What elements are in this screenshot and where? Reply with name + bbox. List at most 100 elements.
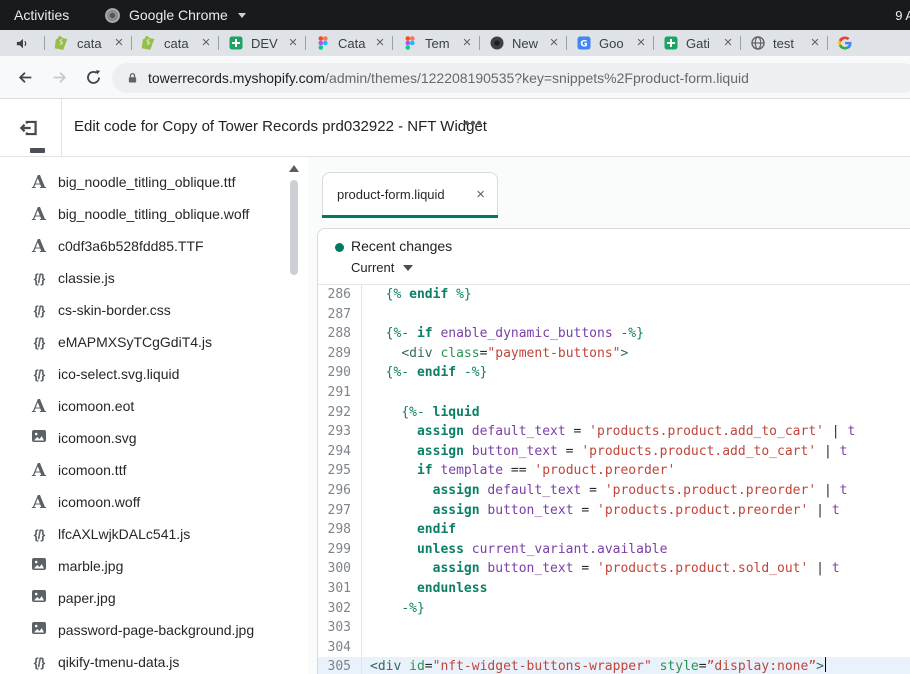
google-favicon-icon — [837, 35, 853, 51]
browser-tab[interactable]: DEV× — [219, 30, 305, 56]
file-item[interactable]: {/}lfcAXLwjkDALc541.js — [0, 518, 308, 550]
forward-button[interactable] — [44, 62, 74, 92]
line-number: 298 — [318, 520, 362, 540]
file-item[interactable]: {/}cs-skin-border.css — [0, 294, 308, 326]
code-line[interactable]: 296 assign default_text = 'products.prod… — [318, 481, 910, 501]
code-text — [362, 618, 370, 638]
file-item[interactable]: {/}classie.js — [0, 262, 308, 294]
code-line[interactable]: 300 assign button_text = 'products.produ… — [318, 559, 910, 579]
app-menu-button[interactable]: Google Chrome — [104, 0, 246, 30]
back-button[interactable] — [10, 62, 40, 92]
url-domain: towerrecords.myshopify.com — [148, 70, 325, 86]
file-name: paper.jpg — [58, 590, 116, 606]
code-line[interactable]: 303 — [318, 618, 910, 638]
code-line[interactable]: 305<div id="nft-widget-buttons-wrapper" … — [318, 657, 910, 674]
lock-icon[interactable] — [126, 71, 139, 85]
code-text: assign default_text = 'products.product.… — [362, 481, 847, 501]
file-item[interactable]: Aicomoon.woff — [0, 486, 308, 518]
editor-tab-label: product-form.liquid — [337, 187, 476, 202]
browser-tab[interactable]: cata× — [132, 30, 218, 56]
line-number: 293 — [318, 422, 362, 442]
reload-button[interactable] — [78, 62, 108, 92]
tab-label: Tem — [425, 36, 460, 51]
file-item[interactable]: Abig_noodle_titling_oblique.ttf — [0, 166, 308, 198]
file-item[interactable]: {/}qikify-tmenu-data.js — [0, 646, 308, 674]
browser-tab[interactable]: Tem× — [393, 30, 479, 56]
clock[interactable]: 9 A — [895, 0, 910, 30]
code-area[interactable]: 286 {% endif %}287288 {%- if enable_dyna… — [318, 285, 910, 674]
tab-label: cata — [164, 36, 199, 51]
editor-file-tab[interactable]: product-form.liquid × — [322, 172, 498, 215]
code-text: assign button_text = 'products.product.s… — [362, 559, 840, 579]
tab-close-icon[interactable]: × — [547, 36, 561, 50]
font-file-icon: A — [27, 204, 51, 225]
code-editor-panel: product-form.liquid × Recent changes Cur… — [308, 157, 910, 674]
code-line[interactable]: 304 — [318, 638, 910, 658]
line-number: 287 — [318, 305, 362, 325]
tab-label: Goo — [599, 36, 634, 51]
address-bar[interactable]: towerrecords.myshopify.com/admin/themes/… — [112, 63, 910, 93]
code-line[interactable]: 288 {%- if enable_dynamic_buttons -%} — [318, 324, 910, 344]
code-line[interactable]: 298 endif — [318, 520, 910, 540]
file-item[interactable]: Aicomoon.eot — [0, 390, 308, 422]
tab-close-icon[interactable]: × — [286, 36, 300, 50]
tab-close-icon[interactable]: × — [199, 36, 213, 50]
sidebar-scrollbar[interactable] — [288, 161, 300, 674]
more-actions-button[interactable]: ••• — [464, 115, 483, 132]
file-item[interactable]: Abig_noodle_titling_oblique.woff — [0, 198, 308, 230]
file-item[interactable]: marble.jpg — [0, 550, 308, 582]
browser-tab[interactable]: Gati× — [654, 30, 740, 56]
app-menu-label: Google Chrome — [129, 7, 228, 23]
file-item[interactable]: paper.jpg — [0, 582, 308, 614]
code-line[interactable]: 293 assign default_text = 'products.prod… — [318, 422, 910, 442]
browser-tab[interactable] — [828, 30, 910, 56]
code-line[interactable]: 291 — [318, 383, 910, 403]
file-item[interactable]: {/}eMAPMXSyTCgGdiT4.js — [0, 326, 308, 358]
tab-close-icon[interactable]: × — [721, 36, 735, 50]
activities-button[interactable]: Activities — [0, 0, 83, 30]
exit-code-editor-button[interactable] — [16, 115, 42, 141]
tab-close-icon[interactable]: × — [112, 36, 126, 50]
browser-tab[interactable]: GGoo× — [567, 30, 653, 56]
file-item[interactable]: Aicomoon.ttf — [0, 454, 308, 486]
code-line[interactable]: 302 -%} — [318, 599, 910, 619]
line-number: 295 — [318, 461, 362, 481]
tab-close-icon[interactable]: × — [808, 36, 822, 50]
tab-close-icon[interactable]: × — [373, 36, 387, 50]
browser-tab[interactable]: test× — [741, 30, 827, 56]
line-number: 299 — [318, 540, 362, 560]
file-name: qikify-tmenu-data.js — [58, 654, 179, 670]
file-item[interactable]: Ac0df3a6b528fdd85.TTF — [0, 230, 308, 262]
editor-tab-close-icon[interactable]: × — [476, 186, 485, 203]
code-text: -%} — [362, 599, 425, 619]
code-file-icon: {/} — [27, 271, 51, 286]
code-line[interactable]: 295 if template == 'product.preorder' — [318, 461, 910, 481]
code-line[interactable]: 289 <div class="payment-buttons"> — [318, 344, 910, 364]
line-number: 302 — [318, 599, 362, 619]
version-dropdown[interactable]: Current — [351, 260, 413, 275]
code-text — [362, 383, 370, 403]
tab-close-icon[interactable]: × — [460, 36, 474, 50]
code-line[interactable]: 299 unless current_variant.available — [318, 540, 910, 560]
url-path: /admin/themes/122208190535?key=snippets%… — [325, 70, 749, 86]
code-line[interactable]: 301 endunless — [318, 579, 910, 599]
file-item[interactable]: {/}ico-select.svg.liquid — [0, 358, 308, 390]
file-name: icomoon.svg — [58, 430, 137, 446]
file-item[interactable]: password-page-background.jpg — [0, 614, 308, 646]
scrollbar-thumb[interactable] — [290, 180, 298, 275]
code-line[interactable]: 290 {%- endif -%} — [318, 363, 910, 383]
code-line[interactable]: 286 {% endif %} — [318, 285, 910, 305]
browser-tab[interactable]: Cata× — [306, 30, 392, 56]
code-line[interactable]: 292 {%- liquid — [318, 403, 910, 423]
browser-tab[interactable]: cata× — [45, 30, 131, 56]
body: Abig_noodle_titling_oblique.ttfAbig_nood… — [0, 157, 910, 674]
file-name: c0df3a6b528fdd85.TTF — [58, 238, 204, 254]
code-line[interactable]: 287 — [318, 305, 910, 325]
code-line[interactable]: 297 assign button_text = 'products.produ… — [318, 501, 910, 521]
code-text — [362, 638, 370, 658]
browser-tab[interactable]: New× — [480, 30, 566, 56]
scroll-up-arrow-icon[interactable] — [289, 165, 299, 172]
file-item[interactable]: icomoon.svg — [0, 422, 308, 454]
code-line[interactable]: 294 assign button_text = 'products.produ… — [318, 442, 910, 462]
tab-close-icon[interactable]: × — [634, 36, 648, 50]
